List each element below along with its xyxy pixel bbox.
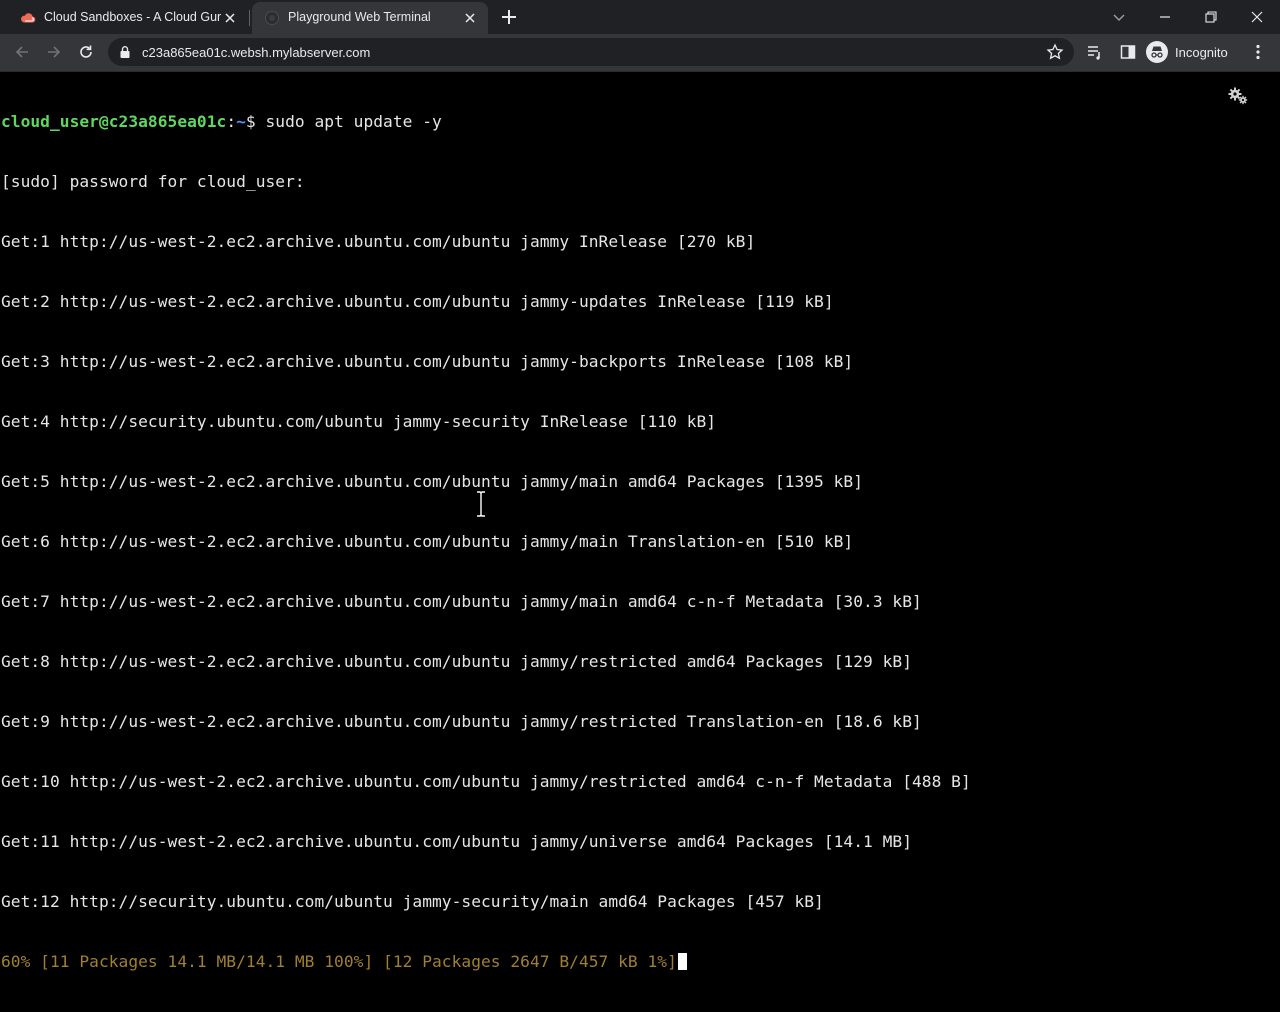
tab-search-chevron-icon[interactable] — [1110, 8, 1128, 26]
text-cursor — [677, 953, 687, 970]
gear-icon[interactable] — [1227, 86, 1249, 106]
close-window-icon[interactable] — [1248, 8, 1266, 26]
output-line: Get:8 http://us-west-2.ec2.archive.ubunt… — [1, 652, 912, 671]
output-line: Get:10 http://us-west-2.ec2.archive.ubun… — [1, 772, 971, 791]
command-text: sudo apt update -y — [265, 112, 442, 131]
tab-divider — [249, 10, 250, 26]
prompt-path: ~ — [236, 112, 246, 131]
tab-strip: Cloud Sandboxes - A Cloud Guru Playgroun… — [0, 0, 1280, 34]
terminal-icon — [265, 11, 279, 25]
more-menu-icon[interactable] — [1249, 43, 1267, 61]
lock-icon[interactable] — [118, 45, 132, 59]
restore-icon[interactable] — [1202, 8, 1220, 26]
close-tab-icon[interactable] — [462, 10, 478, 26]
close-tab-icon[interactable] — [222, 10, 238, 26]
output-line: Get:6 http://us-west-2.ec2.archive.ubunt… — [1, 532, 854, 551]
output-line: Get:9 http://us-west-2.ec2.archive.ubunt… — [1, 712, 922, 731]
output-line: [sudo] password for cloud_user: — [1, 172, 305, 191]
new-tab-icon[interactable] — [500, 8, 518, 26]
minimize-icon[interactable] — [1156, 8, 1174, 26]
tab-title: Cloud Sandboxes - A Cloud Guru — [44, 10, 222, 24]
output-line: Get:3 http://us-west-2.ec2.archive.ubunt… — [1, 352, 854, 371]
side-panel-icon[interactable] — [1119, 43, 1137, 61]
tab-playground-terminal[interactable]: Playground Web Terminal — [252, 2, 488, 34]
output-line: Get:11 http://us-west-2.ec2.archive.ubun… — [1, 832, 912, 851]
bookmark-star-icon[interactable] — [1046, 43, 1064, 61]
browser-toolbar: c23a865ea01c.websh.mylabserver.com Incog… — [0, 34, 1280, 72]
cloud-icon — [21, 13, 36, 23]
web-terminal[interactable]: cloud_user@c23a865ea01c:~$ sudo apt upda… — [0, 72, 1280, 971]
tab-cloud-sandboxes[interactable]: Cloud Sandboxes - A Cloud Guru — [8, 2, 248, 34]
i-beam-cursor-icon — [477, 491, 485, 517]
prompt-separator: : — [226, 112, 237, 131]
incognito-icon — [1146, 41, 1168, 63]
output-line: Get:7 http://us-west-2.ec2.archive.ubunt… — [1, 592, 922, 611]
prompt-line: cloud_user@c23a865ea01c:~$ sudo apt upda… — [1, 112, 971, 132]
terminal-output: cloud_user@c23a865ea01c:~$ sudo apt upda… — [1, 72, 971, 1012]
incognito-label: Incognito — [1175, 44, 1228, 60]
output-line: Get:5 http://us-west-2.ec2.archive.ubunt… — [1, 472, 864, 491]
prompt-symbol: $ — [245, 112, 266, 131]
prompt-user: cloud_user@c23a865ea01c — [1, 112, 227, 131]
reload-icon[interactable] — [77, 43, 95, 61]
url-text: c23a865ea01c.websh.mylabserver.com — [142, 45, 371, 60]
output-line: Get:1 http://us-west-2.ec2.archive.ubunt… — [1, 232, 756, 251]
media-queue-icon[interactable] — [1086, 43, 1104, 61]
tab-title: Playground Web Terminal — [288, 10, 431, 24]
incognito-profile-button[interactable]: Incognito — [1146, 39, 1228, 65]
forward-arrow-icon[interactable] — [45, 43, 63, 61]
progress-text: 60% [11 Packages 14.1 MB/14.1 MB 100%] [… — [1, 952, 677, 971]
output-line: Get:2 http://us-west-2.ec2.archive.ubunt… — [1, 292, 834, 311]
output-line: Get:12 http://security.ubuntu.com/ubuntu… — [1, 892, 824, 911]
back-arrow-icon[interactable] — [13, 43, 31, 61]
address-bar[interactable]: c23a865ea01c.websh.mylabserver.com — [108, 38, 1074, 66]
output-line: Get:4 http://security.ubuntu.com/ubuntu … — [1, 412, 717, 431]
progress-line: 60% [11 Packages 14.1 MB/14.1 MB 100%] [… — [1, 952, 971, 972]
